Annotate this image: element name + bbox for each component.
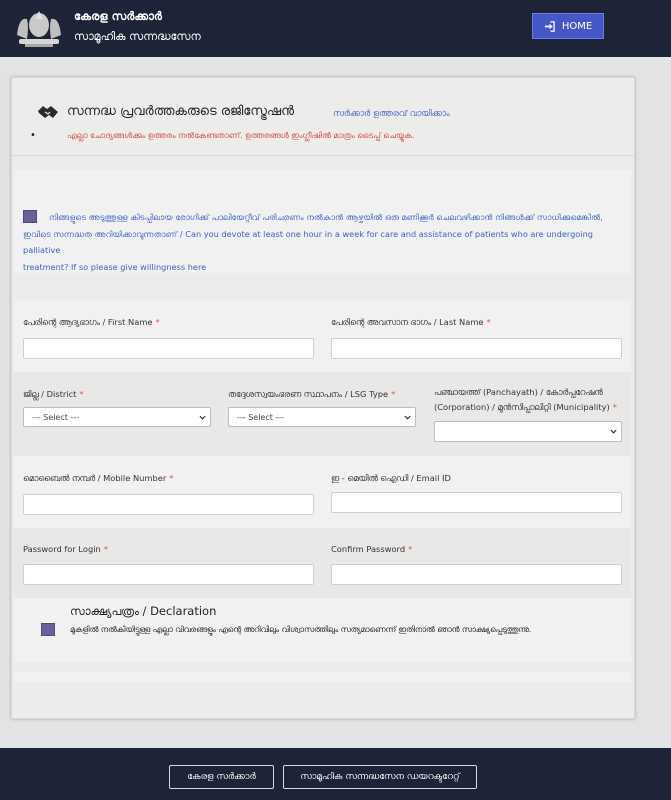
lsg-type-selected-value: --- Select --- <box>237 412 285 422</box>
last-name-label: പേരിന്റെ അവസാന ഭാഗം / Last Name * <box>331 317 491 327</box>
lsg-type-label: തദ്ദേശസ്വയംഭരണ സ്ഥാപനം / LSG Type * <box>228 389 396 399</box>
willingness-text: നിങ്ങളുടെ അടുത്തുള്ള കിടപ്പിലായ രോഗിക്ക്… <box>23 209 621 275</box>
form-bottom-strip <box>14 672 631 682</box>
department-name: സാമൂഹിക സന്നദ്ധസേന <box>74 30 201 43</box>
page-title: സന്നദ്ധ പ്രവർത്തകരുടെ രജിസ്ട്രേഷൻ <box>67 104 295 119</box>
instruction-text: എല്ലാ ചോദ്യങ്ങൾക്കും ഉത്തരം നൽകേണ്ടതാണ്.… <box>67 131 415 140</box>
declaration-text: മുകളിൽ നൽകിയിട്ടുള്ള എല്ലാ വിവരങ്ങളും എന… <box>70 625 532 634</box>
mobile-label: മൊബൈൽ നമ്പർ / Mobile Number * <box>23 473 174 483</box>
district-select[interactable]: --- Select --- <box>23 407 211 427</box>
panchayath-select[interactable] <box>434 421 622 442</box>
email-input[interactable] <box>331 492 622 513</box>
willingness-line-2: ഇവിടെ സന്നദ്ധത അറിയിക്കാവുന്നതാണ് / Can … <box>23 228 593 256</box>
government-name: കേരള സർക്കാർ <box>74 9 162 23</box>
first-name-input[interactable] <box>23 338 314 359</box>
government-order-link[interactable]: സർക്കാർ ഉത്തരവ് വായിക്കാം <box>333 109 450 119</box>
chevron-down-icon <box>610 429 617 434</box>
declaration-title: സാക്ഷ്യപത്രം / Declaration <box>70 604 217 618</box>
list-bullet: • <box>30 130 36 141</box>
willingness-line-1: നിങ്ങളുടെ അടുത്തുള്ള കിടപ്പിലായ രോഗിക്ക്… <box>49 212 603 222</box>
mobile-input[interactable] <box>23 494 314 515</box>
divider <box>11 155 635 156</box>
password-input[interactable] <box>23 564 314 585</box>
chevron-down-icon <box>404 415 411 420</box>
last-name-input[interactable] <box>331 338 622 359</box>
panchayath-label-line-1: പഞ്ചായത്ത് (Panchayath) / കോർപ്പറേഷൻ <box>434 387 603 397</box>
top-navbar: കേരള സർക്കാർ സാമൂഹിക സന്നദ്ധസേന HOME <box>0 0 671 57</box>
password-row <box>14 528 631 598</box>
name-row <box>14 300 631 372</box>
handshake-icon <box>38 106 58 118</box>
declaration-checkbox[interactable] <box>41 623 55 636</box>
confirm-password-label: Confirm Password * <box>331 544 413 554</box>
password-label: Password for Login * <box>23 544 108 554</box>
home-button-label: HOME <box>561 20 593 32</box>
willingness-line-3: treatment? If so please give willingness… <box>23 261 207 272</box>
district-selected-value: --- Select --- <box>32 412 80 422</box>
first-name-label: പേരിന്റെ ആദ്യഭാഗം / First Name * <box>23 317 160 327</box>
email-label: ഇ - മെയിൽ ഐഡി / Email ID <box>331 473 451 483</box>
chevron-down-icon <box>199 415 206 420</box>
kerala-emblem-icon <box>17 11 61 47</box>
district-label: ജില്ല / District * <box>23 389 84 399</box>
lsg-type-select[interactable]: --- Select --- <box>228 407 416 427</box>
panchayath-label-line-2: (Corporation) / മുൻസിപ്പാലിറ്റി (Municip… <box>434 402 617 412</box>
confirm-password-input[interactable] <box>331 564 622 585</box>
sign-in-arrow-icon <box>544 20 555 32</box>
home-button[interactable]: HOME <box>532 13 604 39</box>
footer-directorate-button[interactable]: സാമൂഹിക സന്നദ്ധസേന ഡയറക്ടറേറ്റ് <box>283 765 477 789</box>
footer-government-button[interactable]: കേരള സർക്കാർ <box>169 765 274 789</box>
